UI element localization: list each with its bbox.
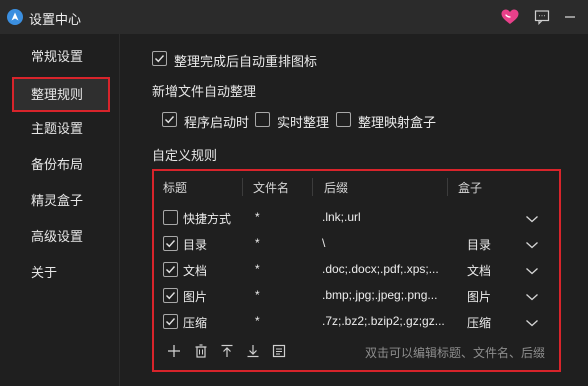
app-logo-icon xyxy=(7,9,23,25)
row-title: 目录 xyxy=(183,238,208,252)
table-row[interactable]: 快捷方式 * .lnk;.url xyxy=(154,205,559,231)
rules-section-title: 自定义规则 xyxy=(152,148,218,163)
sidebar-item-general[interactable]: 常规设置 xyxy=(12,40,110,75)
table-row[interactable]: 文档 * .doc;.docx;.pdf;.xps;... 文档 xyxy=(154,257,559,283)
auto-sort-checkbox[interactable] xyxy=(152,51,167,66)
title-bar: 设置中心 xyxy=(0,0,588,34)
row-suffix: .7z;.bz2;.bzip2;.gz;gz... xyxy=(322,314,445,328)
chevron-down-icon[interactable] xyxy=(525,239,539,249)
sidebar-item-about[interactable]: 关于 xyxy=(12,256,110,291)
chevron-down-icon[interactable] xyxy=(525,213,539,223)
table-row[interactable]: 图片 * .bmp;.jpg;.jpeg;.png... 图片 xyxy=(154,283,559,309)
move-up-icon[interactable] xyxy=(220,344,234,358)
add-icon[interactable] xyxy=(167,344,181,358)
realtime-checkbox[interactable] xyxy=(255,112,270,127)
move-down-icon[interactable] xyxy=(246,344,260,358)
rules-table: 标题 文件名 后缀 盒子 快捷方式 * .lnk;.url 目录 * \ 目录 xyxy=(152,169,561,372)
table-header: 标题 文件名 后缀 盒子 xyxy=(154,171,559,203)
row-suffix: .bmp;.jpg;.jpeg;.png... xyxy=(322,288,438,302)
sidebar-item-label: 整理规则 xyxy=(31,87,84,102)
auto-sort-label: 整理完成后自动重排图标 xyxy=(174,54,318,69)
column-header-suffix[interactable]: 后缀 xyxy=(324,179,348,196)
chevron-down-icon[interactable] xyxy=(525,317,539,327)
row-checkbox[interactable] xyxy=(163,314,178,329)
row-checkbox[interactable] xyxy=(163,210,178,225)
row-title: 图片 xyxy=(183,290,208,304)
chevron-down-icon[interactable] xyxy=(525,265,539,275)
row-box: 文档 xyxy=(467,264,492,278)
on-startup-label: 程序启动时 xyxy=(184,115,250,130)
sidebar-item-label: 高级设置 xyxy=(31,229,84,244)
sidebar-item-backup[interactable]: 备份布局 xyxy=(12,148,110,183)
edit-hint: 双击可以编辑标题、文件名、后缀 xyxy=(365,346,546,360)
sidebar-item-label: 关于 xyxy=(31,265,58,280)
sidebar-item-label: 常规设置 xyxy=(31,49,84,64)
edit-icon[interactable] xyxy=(272,344,286,358)
row-title: 压缩 xyxy=(183,316,208,330)
row-box: 压缩 xyxy=(467,316,492,330)
on-startup-checkbox[interactable] xyxy=(162,112,177,127)
column-divider[interactable] xyxy=(312,178,313,196)
row-suffix: .doc;.docx;.pdf;.xps;... xyxy=(322,262,439,276)
realtime-label: 实时整理 xyxy=(277,115,330,130)
sidebar-item-theme[interactable]: 主题设置 xyxy=(12,112,110,147)
row-checkbox[interactable] xyxy=(163,288,178,303)
sidebar-item-label: 精灵盒子 xyxy=(31,193,84,208)
row-suffix: .lnk;.url xyxy=(322,210,361,224)
window-title: 设置中心 xyxy=(29,12,82,27)
sidebar-item-label: 主题设置 xyxy=(31,121,84,136)
new-file-section-title: 新增文件自动整理 xyxy=(152,84,257,99)
delete-icon[interactable] xyxy=(194,344,208,358)
sidebar-item-sprite-box[interactable]: 精灵盒子 xyxy=(12,184,110,219)
table-row[interactable]: 目录 * \ 目录 xyxy=(154,231,559,257)
settings-content: 整理完成后自动重排图标 新增文件自动整理 程序启动时 实时整理 整理映射盒子 自… xyxy=(121,34,588,386)
row-checkbox[interactable] xyxy=(163,262,178,277)
row-filename: * xyxy=(255,236,260,250)
row-box: 目录 xyxy=(467,238,492,252)
map-box-checkbox[interactable] xyxy=(336,112,351,127)
table-row[interactable]: 压缩 * .7z;.bz2;.bzip2;.gz;gz... 压缩 xyxy=(154,309,559,335)
row-filename: * xyxy=(255,288,260,302)
sidebar-item-advanced[interactable]: 高级设置 xyxy=(12,220,110,255)
feedback-icon[interactable] xyxy=(534,9,550,25)
row-filename: * xyxy=(255,262,260,276)
column-divider[interactable] xyxy=(447,178,448,196)
row-box: 图片 xyxy=(467,290,492,304)
row-checkbox[interactable] xyxy=(163,236,178,251)
column-divider[interactable] xyxy=(242,178,243,196)
minimize-icon[interactable] xyxy=(562,9,578,25)
heart-icon[interactable] xyxy=(501,9,519,25)
row-filename: * xyxy=(255,210,260,224)
chevron-down-icon[interactable] xyxy=(525,291,539,301)
sidebar: 常规设置 整理规则 主题设置 备份布局 精灵盒子 高级设置 关于 xyxy=(0,34,120,386)
sidebar-item-label: 备份布局 xyxy=(31,157,84,172)
row-title: 文档 xyxy=(183,264,208,278)
row-filename: * xyxy=(255,314,260,328)
row-suffix: \ xyxy=(322,236,326,250)
column-header-filename[interactable]: 文件名 xyxy=(253,179,289,196)
column-header-box[interactable]: 盒子 xyxy=(458,179,482,196)
row-title: 快捷方式 xyxy=(183,212,232,226)
map-box-label: 整理映射盒子 xyxy=(358,115,437,130)
sidebar-item-rules[interactable]: 整理规则 xyxy=(12,77,110,112)
column-header-title[interactable]: 标题 xyxy=(163,179,187,196)
